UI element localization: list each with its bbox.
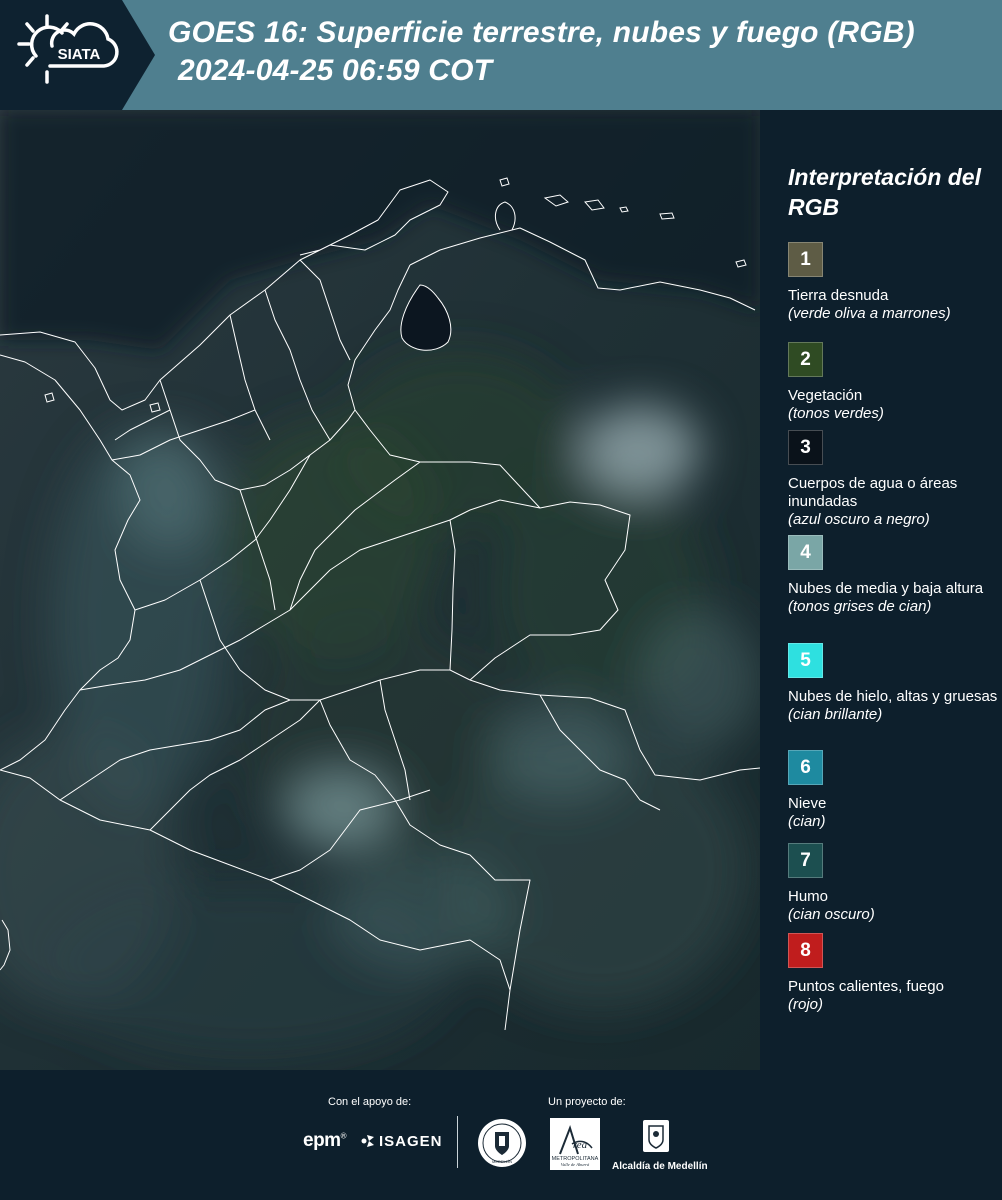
legend-item-label: Nubes de media y baja altura — [788, 580, 984, 597]
legend-item-note: (rojo) — [788, 996, 824, 1013]
legend-swatch: 6 — [788, 750, 823, 785]
legend-item-note: (tonos grises de cian) — [788, 598, 932, 615]
legend-item-5: 5 Nubes de hielo, altas y gruesas (cian br… — [788, 643, 998, 724]
svg-text:SIATA: SIATA — [58, 46, 101, 63]
legend-item-7: 7 Humo (cian oscuro) — [788, 843, 998, 924]
area-metropolitana-logo: rea METROPOLITANA Valle de Aburrá — [550, 1118, 600, 1170]
legend-item-label: Cuerpos de agua o áreas inundadas — [788, 475, 958, 510]
legend-swatch: 4 — [788, 535, 823, 570]
legend-swatch: 1 — [788, 242, 823, 277]
legend-item-label: Puntos calientes, fuego — [788, 978, 944, 995]
epm-logo: epm® — [303, 1130, 347, 1151]
satellite-map — [0, 110, 760, 1070]
title-product: GOES 16: Superficie terrestre, nubes y f… — [168, 16, 915, 49]
medellin-seal: MEDELLÍN — [477, 1118, 527, 1173]
legend-item-4: 4 Nubes de media y baja altura (tonos gris… — [788, 535, 998, 616]
siata-logo: SIATA — [0, 0, 155, 110]
svg-text:MEDELLÍN: MEDELLÍN — [492, 1159, 512, 1164]
legend-title: Interpretación del RGB — [788, 164, 981, 220]
legend-item-8: 8 Puntos calientes, fuego (rojo) — [788, 933, 998, 1014]
footer: Con el apoyo de: Un proyecto de: epm® IS… — [0, 1070, 1002, 1200]
legend-item-6: 6 Nieve (cian) — [788, 750, 998, 831]
isagen-icon — [361, 1135, 374, 1147]
project-label: Un proyecto de: — [548, 1096, 626, 1108]
coat-of-arms-icon — [643, 1120, 669, 1152]
legend-swatch: 2 — [788, 342, 823, 377]
support-label: Con el apoyo de: — [328, 1096, 412, 1108]
legend-swatch: 3 — [788, 430, 823, 465]
legend-item-note: (cian oscuro) — [788, 906, 875, 923]
legend-item-label: Vegetación — [788, 387, 863, 404]
legend-item-note: (azul oscuro a negro) — [788, 511, 930, 528]
svg-text:Valle de Aburrá: Valle de Aburrá — [561, 1162, 590, 1167]
legend-item-note: (cian brillante) — [788, 706, 883, 723]
legend-item-note: (cian) — [788, 813, 826, 830]
legend-item-label: Nieve — [788, 795, 827, 812]
legend-item-label: Tierra desnuda — [788, 287, 889, 304]
legend-swatch: 5 — [788, 643, 823, 678]
legend-item-1: 1 Tierra desnuda (verde oliva a marrones) — [788, 242, 998, 323]
title-timestamp: 2024-04-25 06:59 COT — [178, 54, 493, 87]
footer-divider — [457, 1116, 458, 1168]
isagen-logo: ISAGEN — [358, 1132, 443, 1150]
epm-logo-text: epm — [303, 1130, 341, 1151]
legend-item-2: 2 Vegetación (tonos verdes) — [788, 342, 998, 423]
header-bar: SIATA GOES 16: Superficie terrestre, nub… — [0, 0, 1002, 110]
alcaldia-logo: Alcaldía de Medellín — [612, 1118, 708, 1172]
legend-item-note: (tonos verdes) — [788, 405, 884, 422]
alcaldia-name: Alcaldía de Medellín — [612, 1161, 708, 1172]
svg-text:rea: rea — [573, 1139, 588, 1151]
page-title: GOES 16: Superficie terrestre, nubes y f… — [168, 14, 998, 90]
legend-swatch: 8 — [788, 933, 823, 968]
legend-item-note: (verde oliva a marrones) — [788, 305, 951, 322]
legend-swatch: 7 — [788, 843, 823, 878]
legend-item-label: Nubes de hielo, altas y gruesas — [788, 688, 998, 705]
isagen-logo-text: ISAGEN — [379, 1132, 443, 1150]
legend-item-3: 3 Cuerpos de agua o áreas inundadas (azul … — [788, 430, 998, 529]
legend-item-label: Humo — [788, 888, 829, 905]
legend-panel: Interpretación del RGB 1 Tierra desnuda (v… — [760, 110, 1002, 1070]
